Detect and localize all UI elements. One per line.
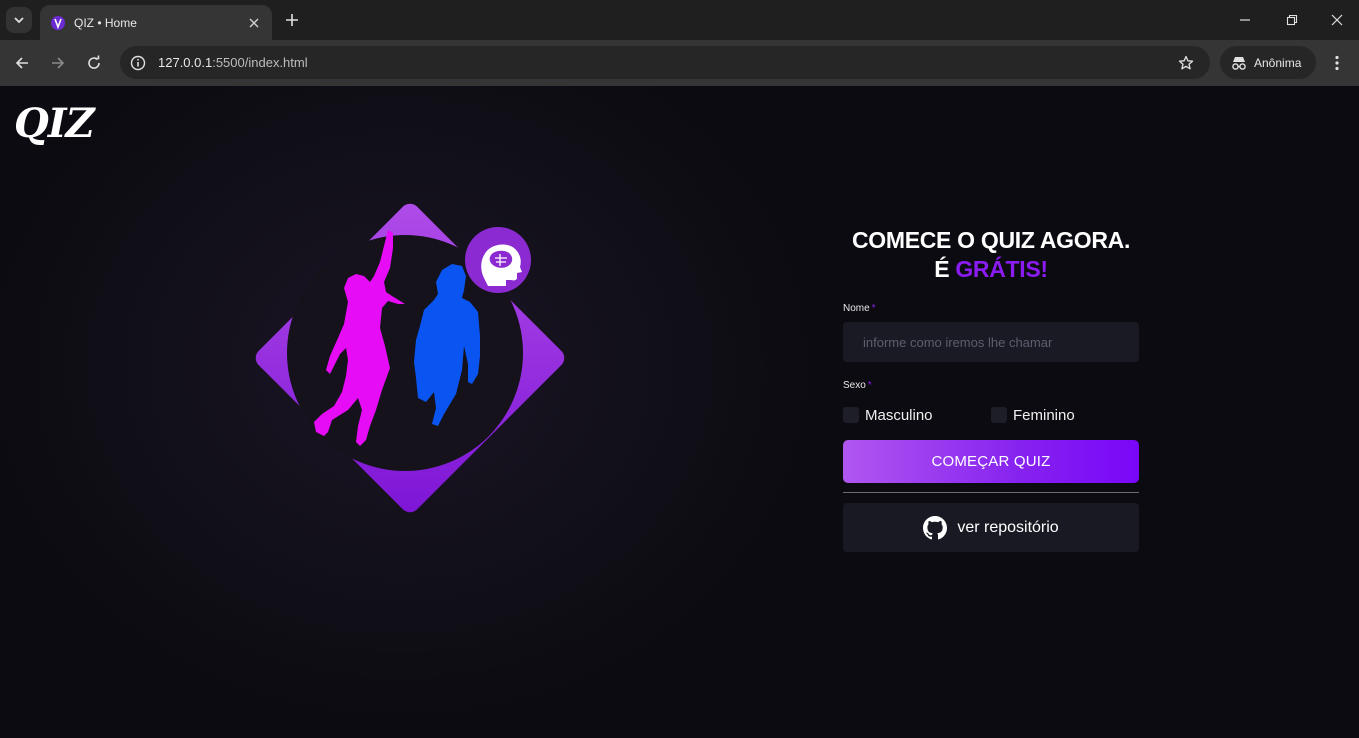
- name-label: Nome *: [843, 303, 1139, 314]
- sex-label: Sexo *: [843, 380, 1139, 391]
- headline-accent: GRÁTIS!: [955, 256, 1048, 282]
- headline-prefix: É: [934, 256, 956, 282]
- browser-tabstrip: QIZ • Home: [0, 0, 1359, 40]
- brain-head-icon: [481, 244, 522, 286]
- close-icon: [1331, 14, 1343, 26]
- divider: [843, 492, 1139, 493]
- male-label: Masculino: [865, 406, 933, 424]
- headline-line2: É GRÁTIS!: [843, 255, 1139, 284]
- sex-option-female[interactable]: Feminino: [991, 407, 1139, 424]
- arrow-left-icon: [15, 57, 28, 69]
- favicon-icon: [50, 15, 66, 31]
- reload-icon: [88, 55, 100, 69]
- back-button[interactable]: [10, 51, 34, 75]
- info-icon[interactable]: [128, 53, 148, 73]
- restore-button[interactable]: [1282, 10, 1302, 30]
- more-vertical-icon: [1335, 55, 1339, 71]
- start-quiz-button[interactable]: COMEÇAR QUIZ: [843, 440, 1139, 483]
- reload-button[interactable]: [82, 51, 106, 75]
- incognito-label: Anônima: [1254, 55, 1302, 70]
- headline-line1: COMECE O QUIZ AGORA.: [851, 227, 1131, 253]
- signup-form: COMECE O QUIZ AGORA. É GRÁTIS! Nome* Sex…: [843, 226, 1139, 552]
- view-repository-button[interactable]: ver repositório: [843, 503, 1139, 552]
- sex-label-text: Sexo: [843, 380, 866, 391]
- name-label-text: Nome: [843, 303, 870, 314]
- female-label: Feminino: [1013, 406, 1075, 424]
- required-mark: *: [871, 303, 876, 314]
- required-mark: *: [867, 380, 872, 391]
- forward-button[interactable]: [46, 51, 70, 75]
- browser-toolbar: 127.0.0.1:5500/index.html Anônima: [0, 40, 1359, 86]
- tab-title: QIZ • Home: [74, 15, 137, 30]
- browser-menu-button[interactable]: [1327, 52, 1347, 74]
- name-input[interactable]: [843, 322, 1139, 362]
- close-icon[interactable]: [246, 15, 262, 31]
- window-close-button[interactable]: [1327, 10, 1347, 30]
- chevron-down-icon: [14, 17, 24, 24]
- site-logo[interactable]: QIZ: [14, 100, 95, 147]
- minimize-button[interactable]: [1235, 10, 1255, 30]
- browser-tab-active[interactable]: QIZ • Home: [40, 5, 272, 40]
- url-path: :5500/index.html: [212, 55, 308, 70]
- page-title: COMECE O QUIZ AGORA. É GRÁTIS!: [843, 226, 1139, 284]
- hero-illustration: [255, 203, 565, 513]
- tab-search-button[interactable]: [6, 7, 32, 33]
- plus-icon: [286, 14, 298, 26]
- minimize-icon: [1240, 19, 1250, 21]
- repo-button-label: ver repositório: [957, 518, 1059, 536]
- female-checkbox[interactable]: [991, 407, 1007, 423]
- new-tab-button[interactable]: [282, 10, 302, 30]
- restore-icon: [1286, 14, 1298, 26]
- github-icon: [923, 515, 948, 539]
- arrow-right-icon: [52, 57, 65, 69]
- sex-option-male[interactable]: Masculino: [843, 407, 991, 424]
- page-viewport: QIZ COMECE O QUIZ AGORA. É GRÁTIS! Nome …: [0, 86, 1359, 738]
- incognito-badge[interactable]: Anônima: [1220, 46, 1316, 79]
- url-host: 127.0.0.1: [158, 55, 213, 70]
- incognito-icon: [1232, 56, 1246, 70]
- url-text[interactable]: 127.0.0.1:5500/index.html: [158, 55, 1176, 70]
- bookmark-star-icon[interactable]: [1176, 53, 1196, 73]
- male-checkbox[interactable]: [843, 407, 859, 423]
- sex-options: Masculino Feminino: [843, 405, 1139, 425]
- address-bar[interactable]: 127.0.0.1:5500/index.html: [120, 46, 1210, 79]
